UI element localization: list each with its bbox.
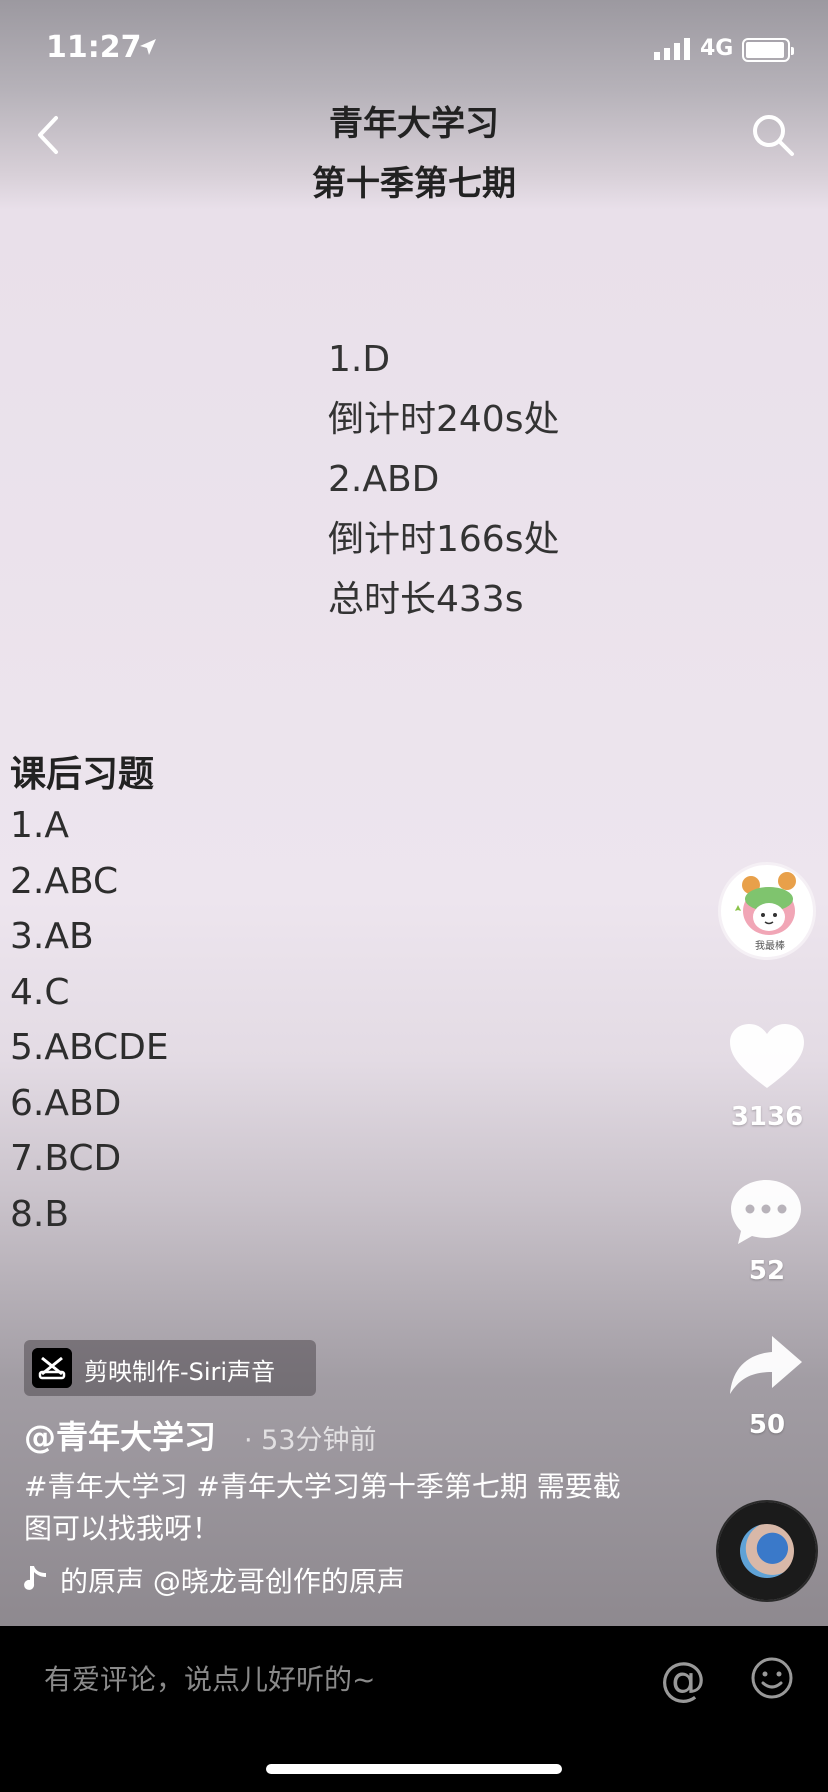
- homework-item: 6.ABD: [10, 1082, 122, 1124]
- post-time: · 53分钟前: [244, 1425, 377, 1456]
- video-description[interactable]: #青年大学习 #青年大学习第十季第七期 需要截图可以找我呀！: [24, 1466, 644, 1550]
- music-cover: [740, 1524, 794, 1578]
- avatar-caption: 我最棒: [755, 941, 785, 952]
- music-disc[interactable]: [718, 1502, 816, 1600]
- emoji-icon[interactable]: [750, 1656, 794, 1700]
- status-time: 11:27: [46, 30, 142, 65]
- answer-line: 1.D: [328, 339, 391, 380]
- answers-block: 1.D 倒计时240s处 2.ABD 倒计时166s处 总时长433s: [328, 330, 559, 630]
- homework-item: 4.C: [10, 971, 70, 1013]
- comment-input[interactable]: 有爱评论，说点儿好听的~: [44, 1658, 375, 1698]
- battery-icon: [742, 38, 794, 62]
- answer-line: 倒计时166s处: [328, 519, 560, 560]
- share-count: 50: [748, 1410, 786, 1440]
- at-icon[interactable]: @: [660, 1652, 706, 1706]
- page-title: 青年大学习: [329, 104, 499, 144]
- homework-item: 7.BCD: [10, 1138, 122, 1179]
- music-title[interactable]: 的原声 @晓龙哥创作的原声: [60, 1560, 450, 1600]
- video-screen[interactable]: 11:27 4G 青年大学习 第十季第七期 1.D 倒计时240s处 2.ABD…: [0, 0, 828, 1626]
- capcut-icon: [32, 1348, 72, 1388]
- homework-item: 3.AB: [10, 916, 94, 957]
- homework-item: 5.ABCDE: [10, 1027, 169, 1068]
- home-indicator[interactable]: [266, 1764, 562, 1774]
- homework-item: 2.ABC: [10, 860, 119, 902]
- page-subtitle: 第十季第七期: [312, 164, 516, 204]
- homework-item: 8.B: [10, 1193, 70, 1235]
- answer-line: 2.ABD: [328, 459, 440, 500]
- homework-item: 1.A: [10, 805, 69, 846]
- signal-icon: [654, 38, 690, 60]
- music-note-icon: [24, 1566, 46, 1590]
- heart-icon[interactable]: [728, 1022, 806, 1092]
- comment-icon[interactable]: [728, 1176, 804, 1246]
- comment-count: 52: [748, 1256, 786, 1286]
- capcut-tag[interactable]: 剪映制作-Siri声音: [24, 1340, 316, 1396]
- capcut-label: 剪映制作-Siri声音: [84, 1358, 276, 1386]
- author-avatar[interactable]: 我最棒: [718, 862, 816, 960]
- homework-title: 课后习题: [10, 754, 155, 795]
- author-name[interactable]: @青年大学习: [24, 1412, 216, 1458]
- network-type: 4G: [700, 36, 734, 61]
- share-icon[interactable]: [728, 1334, 804, 1398]
- location-arrow-icon: [140, 39, 156, 55]
- homework-list: 1.A 2.ABC 3.AB 4.C 5.ABCDE 6.ABD 7.BCD 8…: [10, 798, 169, 1242]
- like-count: 3136: [730, 1102, 804, 1132]
- status-bar: 11:27 4G: [0, 0, 828, 100]
- answer-line: 倒计时240s处: [328, 399, 560, 440]
- answer-line: 总时长433s: [328, 579, 524, 620]
